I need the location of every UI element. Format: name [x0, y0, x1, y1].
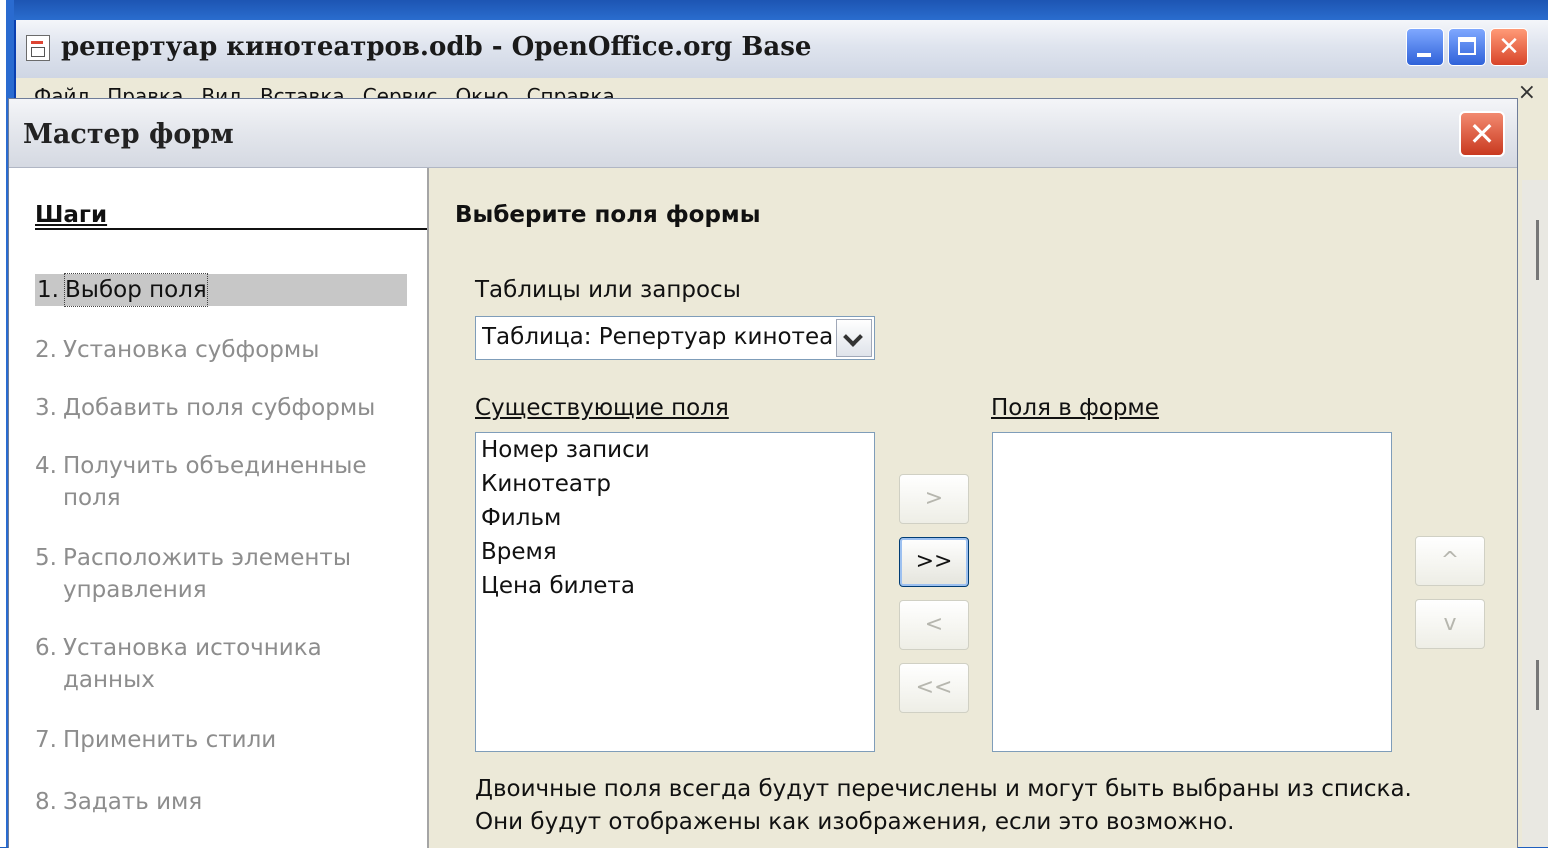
add-field-button[interactable]: >	[899, 474, 969, 524]
step-arrange-controls[interactable]: 5. Расположить элементы управления	[35, 542, 383, 606]
list-item[interactable]: Время	[476, 535, 874, 569]
list-item[interactable]: Кинотеатр	[476, 467, 874, 501]
divider	[1536, 660, 1539, 710]
dialog-title: Мастер форм	[23, 119, 234, 150]
add-all-fields-button[interactable]: >>	[899, 537, 969, 587]
close-button[interactable]: ✕	[1490, 28, 1528, 66]
divider	[1536, 220, 1539, 280]
step-get-joined-fields[interactable]: 4. Получить объединенные поля	[35, 450, 383, 514]
chevron-down-icon[interactable]	[836, 319, 872, 357]
form-fields-label: Поля в форме	[991, 395, 1159, 421]
form-fields-list[interactable]	[992, 432, 1392, 752]
step-set-data-source[interactable]: 6. Установка источника данных	[35, 632, 363, 696]
list-item[interactable]: Номер записи	[476, 433, 874, 467]
app-background-area	[1522, 180, 1548, 847]
app-titlebar[interactable]: репертуар кинотеатров.odb - OpenOffice.o…	[16, 20, 1548, 79]
tables-combobox-value: Таблица: Репертуар кинотеатров	[482, 324, 832, 350]
remove-all-fields-button[interactable]: <<	[899, 663, 969, 713]
list-item[interactable]: Фильм	[476, 501, 874, 535]
steps-heading: Шаги	[35, 202, 108, 228]
maximize-icon	[1449, 29, 1485, 65]
close-icon: ✕	[1468, 115, 1496, 153]
list-item[interactable]: Цена билета	[476, 569, 874, 603]
tables-combobox[interactable]: Таблица: Репертуар кинотеатров	[475, 316, 875, 360]
remove-field-button[interactable]: <	[899, 600, 969, 650]
dialog-titlebar[interactable]: Мастер форм ✕	[9, 99, 1517, 168]
step-set-name[interactable]: 8. Задать имя	[35, 786, 202, 818]
maximize-button[interactable]	[1448, 28, 1486, 66]
binary-fields-hint: Двоичные поля всегда будут перечислены и…	[475, 773, 1412, 839]
steps-panel: Шаги 1. Выбор поля 2. Установка субформы 3…	[9, 168, 429, 848]
move-up-button[interactable]: ^	[1415, 536, 1485, 586]
close-icon: ✕	[1498, 32, 1520, 62]
existing-fields-list[interactable]: Номер записи Кинотеатр Фильм Время Цена …	[475, 432, 875, 752]
content-title: Выберите поля формы	[455, 202, 761, 228]
hint-line: Двоичные поля всегда будут перечислены и…	[475, 776, 1412, 802]
step-add-subform-fields[interactable]: 3. Добавить поля субформы	[35, 392, 375, 424]
hint-line: Они будут отображены как изображения, ес…	[475, 809, 1235, 835]
minimize-button[interactable]	[1406, 28, 1444, 66]
document-icon	[26, 35, 50, 61]
step-setup-subform[interactable]: 2. Установка субформы	[35, 334, 319, 366]
form-wizard-dialog: Мастер форм ✕ Шаги 1. Выбор поля 2. Устано…	[8, 98, 1518, 848]
step-apply-styles[interactable]: 7. Применить стили	[35, 724, 276, 756]
dialog-close-button[interactable]: ✕	[1459, 111, 1505, 157]
move-down-button[interactable]: v	[1415, 599, 1485, 649]
divider	[35, 228, 427, 230]
document-close-icon[interactable]: ×	[1518, 80, 1536, 105]
step-select-fields[interactable]: 1. Выбор поля	[35, 273, 407, 307]
minimize-icon	[1407, 29, 1443, 65]
existing-fields-label: Существующие поля	[475, 395, 729, 421]
tables-label: Таблицы или запросы	[475, 277, 741, 303]
app-title: репертуар кинотеатров.odb - OpenOffice.o…	[61, 32, 812, 62]
